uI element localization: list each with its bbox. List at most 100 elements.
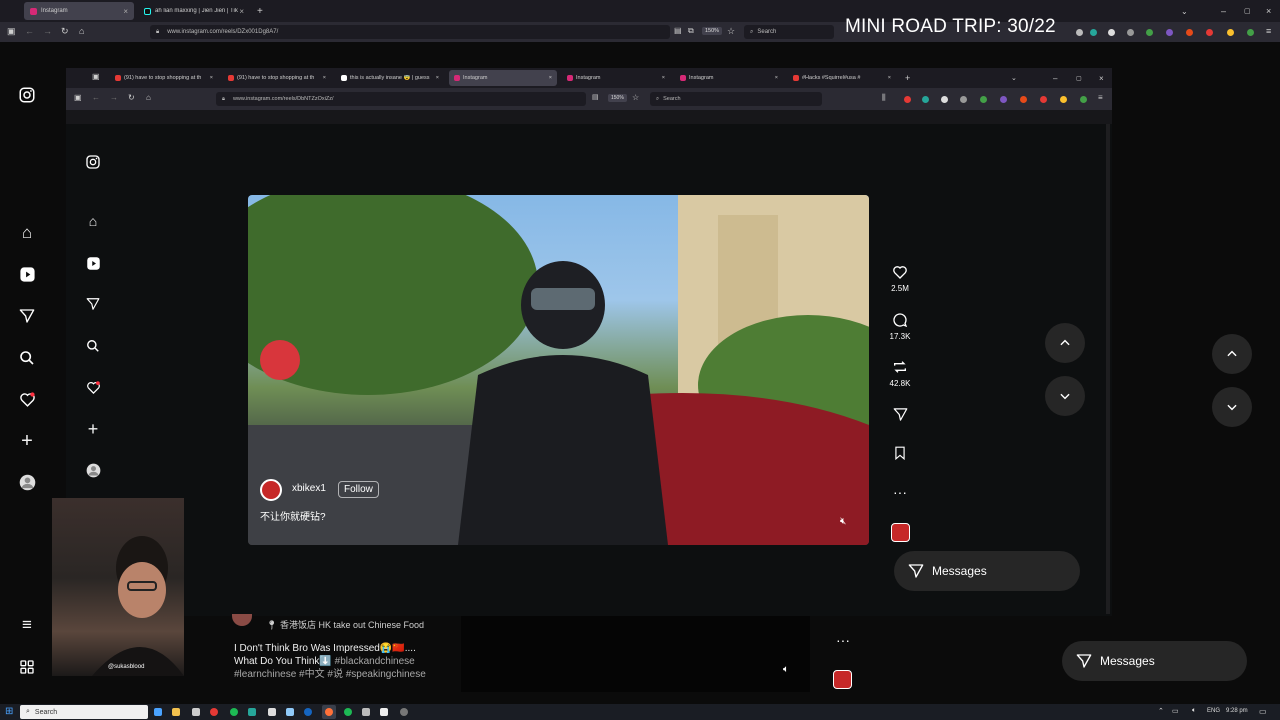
also-from-meta-icon[interactable] [17, 657, 37, 677]
taskbar-app-icon[interactable] [400, 708, 408, 716]
share-icon[interactable] [888, 407, 912, 427]
volume-icon[interactable]: 🔈︎ [1192, 707, 1196, 715]
hashtag-link[interactable]: #blackandchinese [335, 656, 415, 667]
inner-scrollbar[interactable] [1106, 124, 1110, 614]
outer-next-reel-button[interactable] [1212, 387, 1252, 427]
extension-icon[interactable] [1206, 29, 1213, 36]
repost-icon[interactable] [888, 359, 912, 379]
profile-avatar-icon[interactable] [17, 472, 37, 492]
outer-tab-tiktok[interactable]: ah lian maxxing | Jien Jien | TikTo × [138, 2, 250, 20]
extension-icon[interactable] [1247, 29, 1254, 36]
inner-search-box[interactable]: ⌕ Search [650, 92, 822, 106]
home-icon[interactable]: ⌂ [17, 223, 37, 243]
extension-icon[interactable] [922, 96, 929, 103]
repost-action[interactable]: 42.8K [888, 359, 912, 388]
tab-overview-icon[interactable]: ▣ [92, 72, 100, 81]
reader-view-icon[interactable]: ▤ [592, 93, 599, 101]
messages-button[interactable]: Messages [894, 551, 1080, 591]
next-post-avatar[interactable] [232, 614, 252, 626]
hashtag-links[interactable]: #learnchinese #中文 #说 #speakingchinese [234, 668, 460, 681]
mute-icon[interactable]: 🔇︎ [840, 516, 846, 527]
screenshot-icon[interactable]: ⧉ [688, 26, 694, 36]
extension-icon[interactable] [941, 96, 948, 103]
close-tab-icon[interactable]: × [775, 75, 778, 81]
windows-start-icon[interactable]: ⊞ [5, 706, 13, 717]
heart-icon[interactable] [888, 264, 912, 284]
previous-reel-button[interactable] [1045, 323, 1085, 363]
like-action[interactable]: 2.5M [888, 264, 912, 293]
more-menu-icon[interactable]: ≡ [17, 615, 37, 635]
instagram-logo-icon[interactable] [84, 153, 102, 171]
taskbar-app-icon[interactable] [248, 708, 256, 716]
taskbar-app-icon[interactable] [192, 708, 200, 716]
taskbar-search-box[interactable]: ⌕ Search [20, 705, 148, 719]
reader-view-icon[interactable]: ▤ [674, 26, 682, 35]
window-close-button[interactable]: × [1094, 70, 1109, 86]
instagram-logo-icon[interactable] [17, 85, 37, 105]
taskbar-app-icon[interactable] [172, 708, 180, 716]
volume-icon[interactable]: 🔈︎ [783, 664, 789, 675]
tab-list-icon[interactable]: ⌄ [1006, 70, 1022, 86]
zoom-indicator[interactable]: 150% [608, 94, 627, 102]
extension-icon[interactable] [1166, 29, 1173, 36]
bookmark-star-icon[interactable]: ☆ [727, 26, 735, 37]
close-tab-icon[interactable]: × [549, 75, 552, 81]
extension-icon[interactable] [1127, 29, 1134, 36]
tray-chevron-icon[interactable]: ⌃ [1158, 707, 1164, 715]
inner-tab[interactable]: Instagram × [562, 70, 670, 86]
search-icon[interactable] [17, 348, 37, 368]
close-tab-icon[interactable]: × [436, 75, 439, 81]
close-tab-icon[interactable]: × [323, 75, 326, 81]
extension-icon[interactable] [1060, 96, 1067, 103]
minimize-button[interactable]: – [1215, 2, 1232, 20]
inner-tab[interactable]: #Hacks #Squirrel#usa # × [788, 70, 896, 86]
extension-icon[interactable] [1146, 29, 1153, 36]
outer-tab-instagram[interactable]: Instagram × [24, 2, 134, 20]
taskbar-app-icon[interactable] [362, 708, 370, 716]
next-post-audio-icon[interactable] [833, 670, 852, 689]
extension-icon[interactable] [1040, 96, 1047, 103]
taskbar-app-icon[interactable] [304, 708, 312, 716]
inner-tab[interactable]: (91) have to stop shopping at th × [223, 70, 331, 86]
inner-tab[interactable]: (91) have to stop shopping at th × [110, 70, 218, 86]
back-icon[interactable]: ← [92, 93, 100, 102]
outer-messages-button[interactable]: Messages [1062, 641, 1247, 681]
audio-thumbnail-icon[interactable] [891, 523, 910, 542]
taskbar-app-icon[interactable] [380, 708, 388, 716]
menu-icon[interactable]: ≡ [1098, 93, 1103, 102]
taskbar-app-icon[interactable] [154, 708, 162, 716]
taskbar-app-icon[interactable] [268, 708, 276, 716]
language-indicator[interactable]: ENG [1207, 708, 1220, 714]
inner-tab[interactable]: this is actually insane 😨 | guess × [336, 70, 444, 86]
forward-icon[interactable]: → [110, 93, 118, 102]
direct-message-icon[interactable] [84, 295, 102, 313]
comment-action[interactable]: 17.3K [888, 312, 912, 341]
menu-icon[interactable]: ≡ [1266, 26, 1271, 36]
extension-icon[interactable] [1080, 96, 1087, 103]
outer-search-box[interactable]: ⌕ Search [744, 25, 834, 39]
inner-new-tab-button[interactable]: + [900, 70, 915, 86]
comment-icon[interactable] [888, 312, 912, 332]
notification-center-icon[interactable]: ▭ [1259, 707, 1267, 716]
window-close-button[interactable]: × [1260, 2, 1277, 20]
home-icon[interactable]: ⌂ [146, 93, 151, 102]
maximize-button[interactable]: ▢ [1238, 2, 1257, 20]
home-icon[interactable]: ⌂ [79, 26, 84, 36]
extension-icon[interactable] [1108, 29, 1115, 36]
taskbar-app-icon[interactable] [210, 708, 218, 716]
notifications-heart-icon[interactable] [17, 389, 37, 409]
follow-button[interactable]: Follow [338, 481, 379, 498]
direct-message-icon[interactable] [17, 306, 37, 326]
extension-icon[interactable] [1186, 29, 1193, 36]
more-options-icon[interactable]: ··· [888, 484, 912, 500]
extension-icon[interactable] [960, 96, 967, 103]
reel-video[interactable]: xbikex1 Follow 不让你就硬钻? 🔇︎ [248, 195, 869, 545]
bookmark-icon[interactable] [888, 446, 912, 466]
next-reel-button[interactable] [1045, 376, 1085, 416]
home-icon[interactable]: ⌂ [84, 212, 102, 230]
taskbar-firefox-icon[interactable] [322, 705, 336, 719]
sidebar-toggle-icon[interactable]: ▣ [7, 26, 16, 37]
save-action[interactable] [888, 446, 912, 466]
taskbar-app-icon[interactable] [230, 708, 238, 716]
maximize-button[interactable]: ▢ [1071, 70, 1087, 86]
